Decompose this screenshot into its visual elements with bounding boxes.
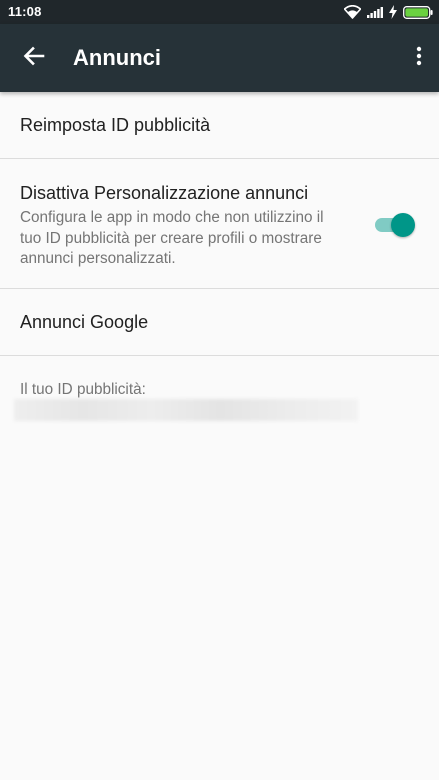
google-ads-label: Annunci Google xyxy=(20,312,149,332)
google-ads-item[interactable]: Annunci Google xyxy=(0,289,439,356)
app-bar: Annunci xyxy=(0,24,439,92)
page-title: Annunci xyxy=(73,45,161,70)
opt-out-title: Disattiva Personalizzazione annunci xyxy=(20,183,309,203)
more-vert-icon xyxy=(416,46,422,71)
opt-out-personalization-item[interactable]: Disattiva Personalizzazione annunci Conf… xyxy=(0,159,439,289)
arrow-left-icon xyxy=(23,46,45,71)
back-button[interactable] xyxy=(14,38,54,78)
ad-id-value-redacted xyxy=(14,399,358,421)
ad-id-label: Il tuo ID pubblicità: xyxy=(20,381,146,398)
status-time: 11:08 xyxy=(8,4,42,19)
ad-id-section: Il tuo ID pubblicità: xyxy=(0,356,439,436)
status-icons xyxy=(344,3,433,21)
overflow-menu-button[interactable] xyxy=(407,38,431,78)
battery-icon xyxy=(403,5,433,19)
reset-ad-id-label: Reimposta ID pubblicità xyxy=(20,115,211,135)
reset-ad-id-item[interactable]: Reimposta ID pubblicità xyxy=(0,92,439,159)
opt-out-toggle[interactable] xyxy=(375,213,415,237)
wifi-icon xyxy=(344,5,361,19)
opt-out-summary: Configura le app in modo che non utilizz… xyxy=(20,209,324,267)
charging-icon xyxy=(389,5,397,19)
toggle-thumb xyxy=(391,213,415,237)
status-bar: 11:08 xyxy=(0,0,439,24)
settings-list: Reimposta ID pubblicità Disattiva Person… xyxy=(0,92,439,436)
signal-icon xyxy=(367,6,383,19)
